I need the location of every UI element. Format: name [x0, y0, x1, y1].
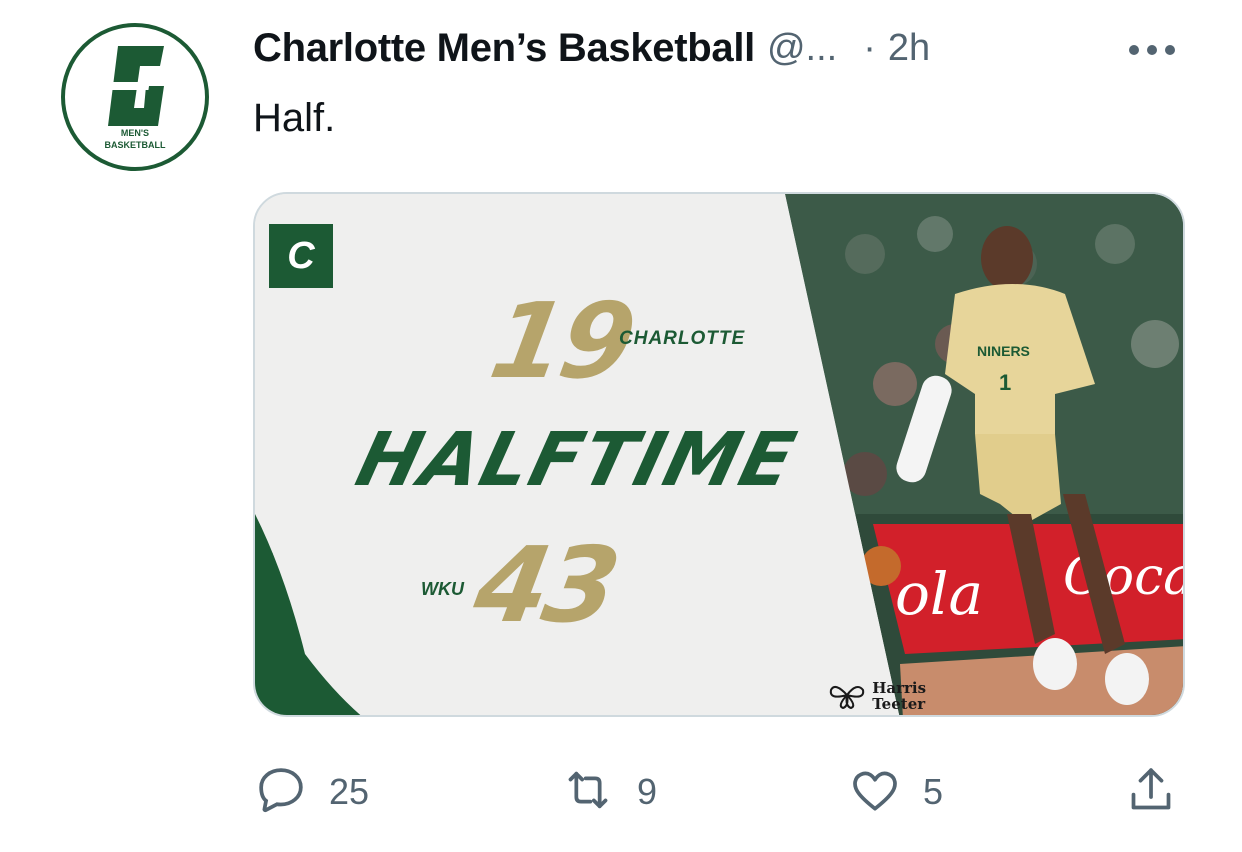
away-score: 43 [466, 524, 625, 646]
avatar[interactable]: MEN'S BASKETBALL [60, 22, 210, 172]
retweet-count: 9 [637, 771, 658, 812]
share-icon [1123, 762, 1179, 823]
author-handle[interactable]: @... [767, 27, 837, 70]
jersey-team: NINERS [977, 343, 1030, 359]
sponsor-line-2: Teeter [872, 695, 926, 713]
tweet-text: Half. [253, 96, 336, 140]
separator-dot: · [863, 26, 876, 69]
like-button[interactable]: 5 [847, 760, 943, 824]
jersey-number: 1 [999, 370, 1011, 395]
author-name[interactable]: Charlotte Men’s Basketball [253, 26, 755, 71]
action-bar: 25 9 5 [253, 760, 1185, 824]
tweet-media[interactable]: ola Coca-C NINERS 1 C 19 CHARLOTTE HALFT… [253, 192, 1185, 717]
headline: HALFTIME [348, 417, 805, 503]
retweet-icon [559, 762, 617, 823]
away-team: WKU [421, 579, 464, 599]
ad-sign-left: ola [895, 560, 983, 628]
timestamp[interactable]: 2h [888, 27, 930, 70]
home-team: CHARLOTTE [619, 328, 746, 349]
avatar-text-2: BASKETBALL [105, 140, 166, 150]
sponsor-butterfly-icon [827, 681, 867, 711]
like-count: 5 [923, 771, 944, 812]
tweet-header: Charlotte Men’s Basketball @... · 2h [253, 22, 1192, 74]
charlotte-logo-icon: C [269, 224, 333, 288]
reply-button[interactable]: 25 [253, 760, 369, 824]
reply-icon [253, 762, 309, 823]
reply-count: 25 [329, 771, 370, 812]
avatar-text-1: MEN'S [121, 128, 149, 138]
home-score: 19 [482, 280, 641, 402]
like-icon [847, 762, 903, 823]
sponsor-logo: Harris Teeter [827, 680, 926, 712]
share-button[interactable] [1123, 760, 1179, 824]
retweet-button[interactable]: 9 [559, 760, 657, 824]
more-icon[interactable] [1122, 30, 1182, 70]
